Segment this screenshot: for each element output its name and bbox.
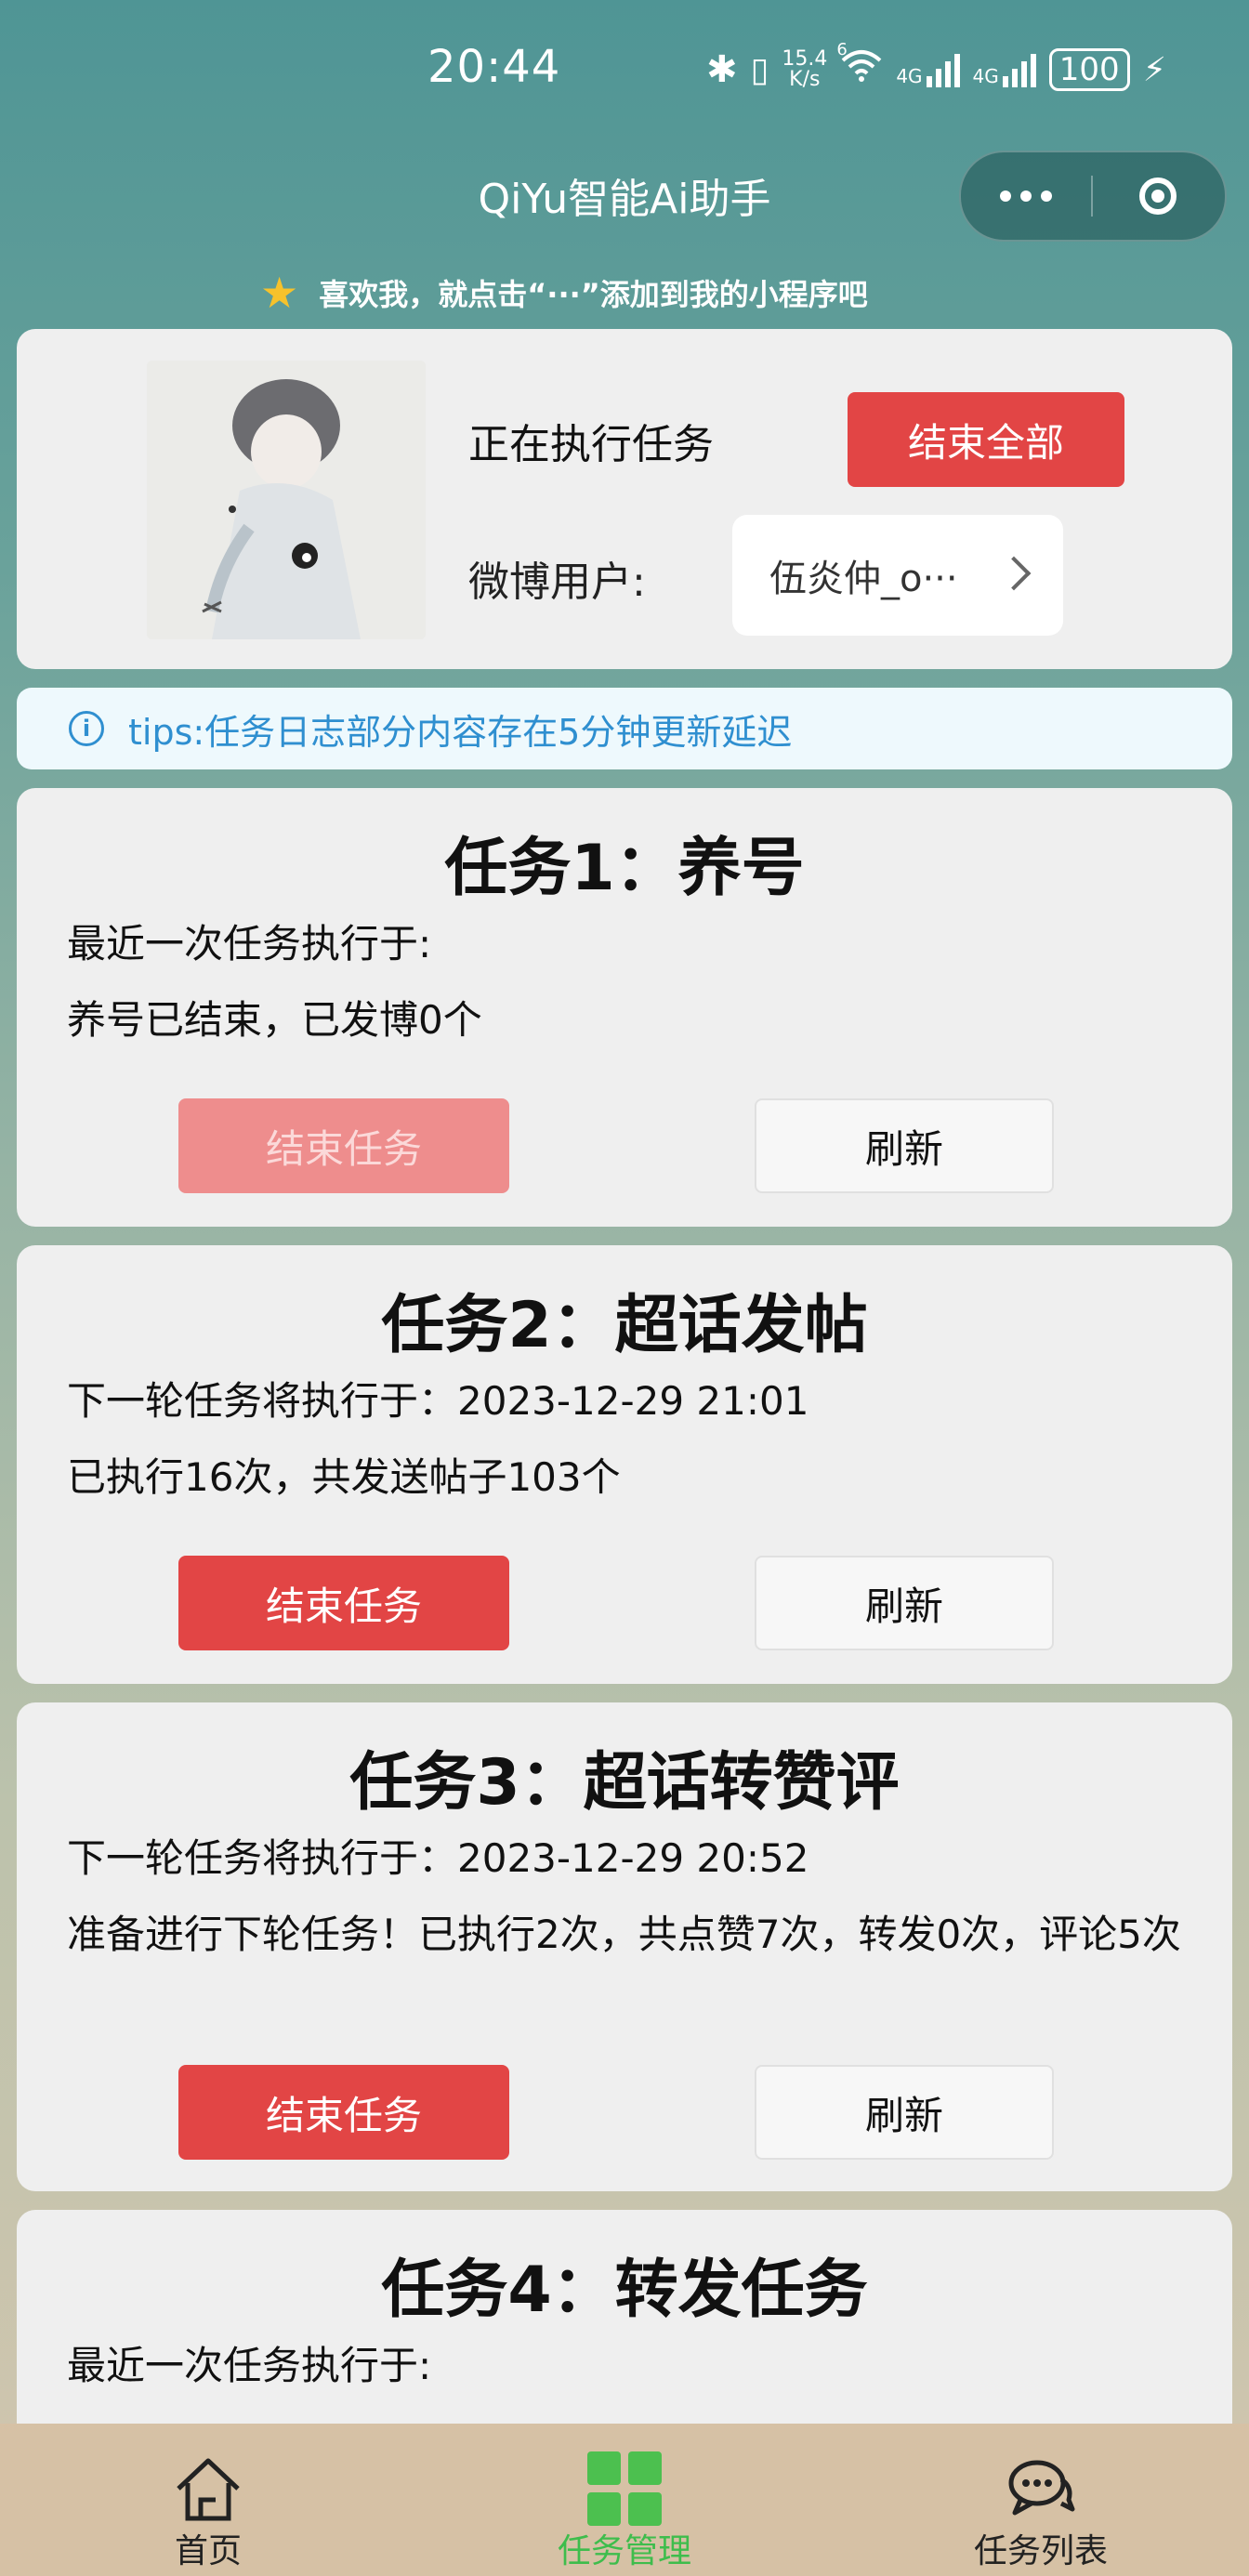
status-bar: 20:44 ✱ ▯ 15.4 K/s 6 4G 4G 100 ⚡ <box>0 0 1249 139</box>
task-card: 任务2：超话发帖 下一轮任务将执行于：2023-12-29 21:01 已执行1… <box>17 1245 1232 1684</box>
net-speed-value: 15.4 <box>782 47 828 71</box>
tab-label: 任务管理 <box>557 2532 691 2570</box>
task-status-line: 已执行16次，共发送帖子103个 <box>67 1454 621 1500</box>
dot-icon <box>1020 191 1032 202</box>
tab-label: 首页 <box>174 2532 242 2570</box>
end-all-button[interactable]: 结束全部 <box>848 392 1124 487</box>
grid-icon <box>587 2451 662 2526</box>
tab-home[interactable]: 首页 <box>0 2424 416 2576</box>
wifi-icon: 6 <box>836 40 883 90</box>
weibo-user-select[interactable]: 伍炎仲_o··· <box>732 515 1063 636</box>
info-icon: i <box>69 711 104 746</box>
task-title: 任务2：超话发帖 <box>381 1289 868 1362</box>
vibrate-icon: ▯ <box>750 50 769 89</box>
charging-icon: ⚡ <box>1142 50 1166 89</box>
status-icons: ✱ ▯ 15.4 K/s 6 4G 4G 100 ⚡ <box>706 40 1166 91</box>
task-time-line: 最近一次任务执行于: <box>67 921 432 966</box>
bluetooth-icon: ✱ <box>706 48 738 91</box>
running-label: 正在执行任务 <box>468 421 714 468</box>
task-title: 任务4：转发任务 <box>381 2254 868 2327</box>
tab-label: 任务列表 <box>973 2532 1108 2570</box>
dot-icon <box>1041 191 1052 202</box>
refresh-button[interactable]: 刷新 <box>755 2065 1054 2160</box>
task-time-line: 下一轮任务将执行于：2023-12-29 20:52 <box>67 1835 809 1881</box>
chat-icon <box>1008 2460 1075 2516</box>
task-title: 任务3：超话转赞评 <box>349 1746 900 1820</box>
chevron-right-icon <box>996 556 1032 591</box>
refresh-button[interactable]: 刷新 <box>755 1098 1054 1193</box>
signal-sim1: 4G <box>896 52 960 87</box>
tab-bar: 首页 任务管理 任务列表 <box>0 2424 1249 2576</box>
sim2-type: 4G <box>972 65 999 87</box>
tab-task-manage[interactable]: 任务管理 <box>416 2424 833 2576</box>
signal-bars-icon <box>1002 52 1036 87</box>
weibo-user-name: 伍炎仲_o··· <box>769 558 958 600</box>
user-card: 正在执行任务 结束全部 微博用户: 伍炎仲_o··· <box>17 329 1232 669</box>
end-task-button[interactable]: 结束任务 <box>178 2065 509 2160</box>
task-card: 任务1：养号 最近一次任务执行于: 养号已结束，已发博0个 结束任务 刷新 <box>17 788 1232 1227</box>
task-time-line: 下一轮任务将执行于：2023-12-29 21:01 <box>67 1378 809 1424</box>
miniprogram-capsule <box>959 151 1227 242</box>
task-status-line: 准备进行下轮任务！已执行2次，共点赞7次，转发0次，评论5次 <box>67 1912 1181 1957</box>
battery-indicator: 100 <box>1048 48 1130 91</box>
tips-banner: i tips:任务日志部分内容存在5分钟更新延迟 <box>17 688 1232 769</box>
refresh-button[interactable]: 刷新 <box>755 1556 1054 1650</box>
signal-sim2: 4G <box>973 52 1036 87</box>
dot-icon <box>1000 191 1011 202</box>
avatar <box>147 361 426 639</box>
end-task-button[interactable]: 结束任务 <box>178 1098 509 1193</box>
close-miniprogram-button[interactable] <box>1093 177 1223 215</box>
more-button[interactable] <box>961 191 1091 202</box>
task-status-line: 养号已结束，已发博0个 <box>67 997 482 1043</box>
task-card: 任务3：超话转赞评 下一轮任务将执行于：2023-12-29 20:52 准备进… <box>17 1702 1232 2191</box>
signal-bars-icon <box>926 52 960 87</box>
task-title: 任务1：养号 <box>444 832 805 905</box>
sim1-type: 4G <box>896 65 923 87</box>
star-icon: ★ <box>260 268 299 318</box>
net-speed-unit: K/s <box>789 68 821 91</box>
hint-text: 喜欢我，就点击“···”添加到我的小程序吧 <box>319 277 868 312</box>
tab-task-list[interactable]: 任务列表 <box>833 2424 1249 2576</box>
home-icon <box>177 2458 240 2521</box>
tips-text: tips:任务日志部分内容存在5分钟更新延迟 <box>128 711 793 753</box>
target-icon <box>1139 177 1177 215</box>
wifi-badge: 6 <box>836 40 848 59</box>
add-miniprogram-hint: ★ 喜欢我，就点击“···”添加到我的小程序吧 <box>260 268 868 318</box>
end-task-button[interactable]: 结束任务 <box>178 1556 509 1650</box>
weibo-user-label: 微博用户: <box>468 559 646 606</box>
net-speed: 15.4 K/s <box>782 49 827 90</box>
task-time-line: 最近一次任务执行于: <box>67 2343 432 2388</box>
status-time: 20:44 <box>427 41 561 93</box>
